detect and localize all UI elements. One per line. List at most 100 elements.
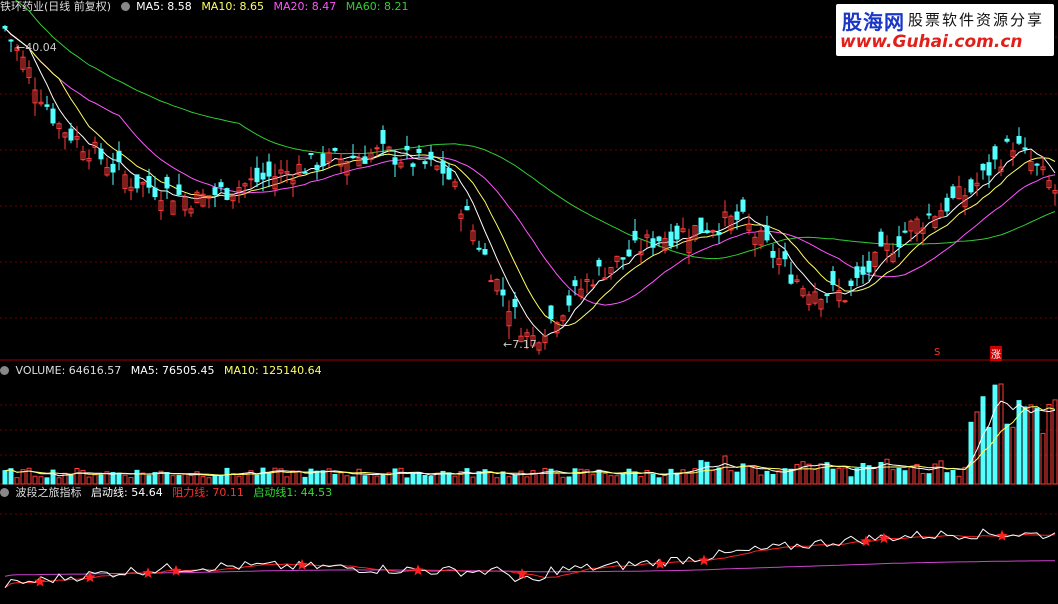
volume-bar bbox=[818, 463, 824, 485]
candle-body bbox=[2, 25, 8, 29]
candle-body bbox=[266, 161, 272, 177]
star-marker bbox=[34, 575, 46, 587]
settings-dot-icon[interactable] bbox=[0, 366, 9, 375]
volume-bar bbox=[212, 475, 218, 485]
volume-bar bbox=[140, 472, 146, 485]
candle-body bbox=[332, 147, 338, 151]
candle-body bbox=[626, 249, 632, 257]
volume-bar bbox=[734, 471, 740, 485]
watermark-url: www.Guhai.com.cn bbox=[840, 32, 1023, 52]
settings-dot-icon[interactable] bbox=[120, 2, 130, 11]
ma5-readout: MA5: 8.58 bbox=[136, 0, 192, 13]
volume-bar bbox=[488, 471, 494, 485]
volume-bar bbox=[722, 455, 728, 485]
volume-bar bbox=[728, 470, 734, 485]
volume-bar bbox=[890, 469, 896, 485]
volume-bar bbox=[536, 472, 542, 485]
candle-body bbox=[116, 150, 122, 163]
volume-bar bbox=[32, 475, 38, 485]
settings-dot-icon[interactable] bbox=[0, 488, 9, 497]
volume-bar bbox=[290, 470, 296, 485]
star-marker bbox=[698, 554, 710, 566]
candle-body bbox=[416, 148, 422, 154]
indicator-lines bbox=[4, 528, 1056, 589]
candle-body bbox=[1022, 147, 1028, 150]
candle-body bbox=[218, 182, 224, 188]
candle-body bbox=[866, 260, 872, 273]
volume-bar bbox=[680, 469, 686, 485]
stock-chart-canvas[interactable] bbox=[0, 0, 1058, 604]
candle-body bbox=[464, 205, 470, 211]
volume-bar bbox=[524, 476, 530, 485]
volume-bar bbox=[656, 477, 662, 485]
volume-bar bbox=[1010, 426, 1016, 485]
volume-bar bbox=[56, 477, 62, 485]
volume-bar bbox=[650, 474, 656, 485]
volume-bar bbox=[770, 473, 776, 485]
candle-body bbox=[428, 151, 434, 160]
volume-bar bbox=[182, 473, 188, 485]
candle-body bbox=[968, 179, 974, 193]
candle-body bbox=[164, 176, 170, 189]
vol-ma5-path bbox=[4, 400, 1056, 477]
candle-body bbox=[950, 186, 956, 199]
volume-bar bbox=[752, 466, 758, 485]
candle-body bbox=[44, 104, 50, 107]
volume-bar bbox=[350, 476, 356, 485]
volume-bar bbox=[404, 477, 410, 485]
ma10-line bbox=[4, 27, 1056, 327]
volume-bar bbox=[2, 470, 8, 485]
volume-bar bbox=[122, 474, 128, 485]
up-marker: 涨 bbox=[990, 346, 1002, 361]
candle-body bbox=[224, 188, 230, 200]
volume-bar bbox=[8, 468, 14, 485]
volume-bar bbox=[344, 475, 350, 485]
volume-bar bbox=[422, 475, 428, 485]
volume-bar bbox=[356, 468, 362, 485]
volume-bar bbox=[860, 462, 866, 485]
high-price-label: ←40.04 bbox=[16, 41, 57, 54]
indicator-name[interactable]: 波段之旅指标 bbox=[16, 486, 82, 499]
volume-bar bbox=[566, 476, 572, 485]
ma20-line bbox=[4, 27, 1056, 306]
candle-body bbox=[788, 274, 794, 284]
volume-bar bbox=[920, 473, 926, 485]
volume-bar bbox=[50, 469, 56, 485]
candle-body bbox=[830, 271, 836, 286]
candle-body bbox=[380, 130, 386, 144]
volume-bar bbox=[626, 468, 632, 485]
candle-body bbox=[848, 280, 854, 287]
volume-bar bbox=[602, 472, 608, 485]
volume-bar bbox=[542, 467, 548, 485]
volume-bar bbox=[380, 474, 386, 485]
volume-bar bbox=[452, 475, 458, 485]
candle-body bbox=[596, 259, 602, 267]
volume-bar bbox=[560, 476, 566, 485]
volume-bar bbox=[86, 476, 92, 485]
candle-body bbox=[176, 184, 182, 195]
candle-body bbox=[566, 295, 572, 306]
volume-bar bbox=[950, 469, 956, 485]
star-marker bbox=[412, 564, 424, 576]
candle-body bbox=[98, 148, 104, 160]
stock-title[interactable]: 铁环药业(日线 前复权) bbox=[0, 0, 111, 13]
volume-bar bbox=[254, 474, 260, 485]
star-marker bbox=[170, 564, 182, 576]
volume-bar bbox=[842, 467, 848, 485]
candle-body bbox=[482, 249, 488, 255]
volume-bar bbox=[302, 476, 308, 485]
volume-bar bbox=[176, 475, 182, 485]
star-marker bbox=[996, 529, 1008, 541]
volume-bar bbox=[206, 477, 212, 485]
candle-body bbox=[782, 251, 788, 260]
candle-body bbox=[146, 176, 152, 188]
volume-bar bbox=[236, 475, 242, 485]
volume-bar bbox=[578, 468, 584, 485]
volume-bar bbox=[218, 474, 224, 485]
volume-bar bbox=[1034, 407, 1040, 485]
candle-body bbox=[314, 164, 320, 171]
volume-bar bbox=[146, 475, 152, 485]
volume-bar bbox=[704, 461, 710, 485]
watermark-logo: 股海网 股票软件资源分享 www.Guhai.com.cn bbox=[836, 4, 1054, 56]
low-price-label: ←7.17 bbox=[503, 338, 537, 351]
